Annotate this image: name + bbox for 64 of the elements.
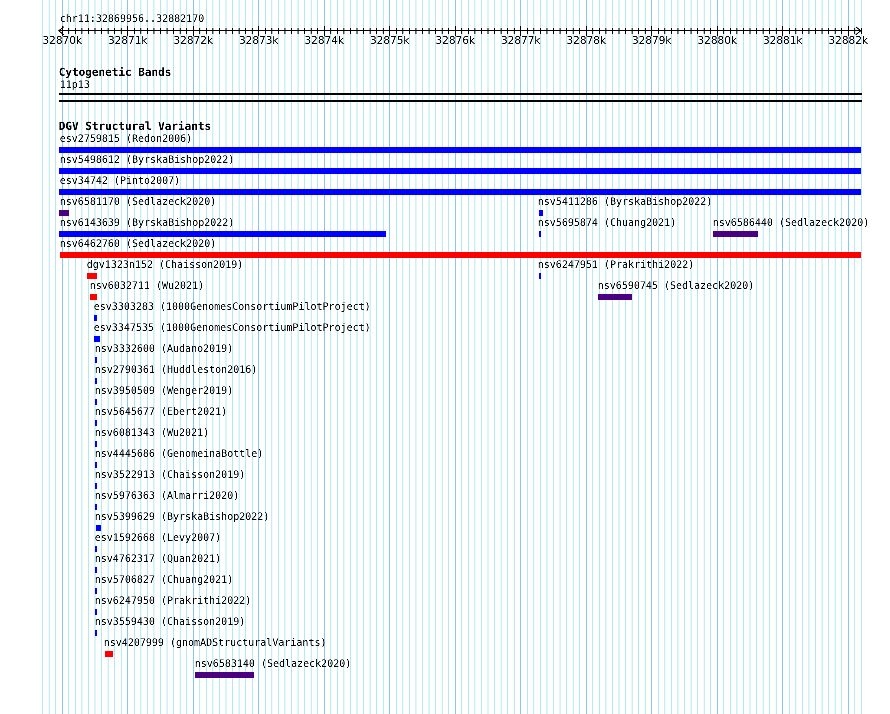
variant-bar[interactable]: [59, 147, 861, 153]
track-title: Cytogenetic Bands: [59, 66, 172, 79]
variant-label: nsv5976363 (Almarri2020): [95, 491, 240, 503]
tick-label: 32871k: [107, 35, 149, 47]
tick-label: 32875k: [369, 35, 411, 47]
variant-bar[interactable]: [598, 294, 632, 300]
tick-label: 32878k: [566, 35, 608, 47]
variant-label: nsv6143639 (ByrskaBishop2022): [60, 218, 235, 230]
variant-label: nsv6590745 (Sedlazeck2020): [598, 281, 755, 293]
variant-label: nsv6247951 (Prakrithi2022): [538, 260, 695, 272]
variant-bar[interactable]: [59, 210, 69, 216]
tick-label: 32873k: [238, 35, 280, 47]
variant-label: nsv3950509 (Wenger2019): [95, 386, 234, 398]
variant-bar[interactable]: [96, 525, 101, 531]
variant-label: esv3303283 (1000GenomesConsortiumPilotProject): [94, 302, 371, 314]
variant-label: nsv5706827 (Chuang2021): [95, 575, 234, 587]
variant-bar[interactable]: [60, 252, 861, 258]
variant-bar[interactable]: [94, 336, 100, 342]
variant-label: nsv5645677 (Ebert2021): [95, 407, 228, 419]
variant-label: dgv1323n152 (Chaisson2019): [87, 260, 244, 272]
variant-label: nsv4762317 (Quan2021): [95, 554, 222, 566]
region-label: chr11:32869956..32882170: [60, 14, 204, 26]
variant-label: esv1592668 (Levy2007): [95, 533, 222, 545]
variant-label: nsv6247950 (Prakrithi2022): [95, 596, 252, 608]
variant-bar[interactable]: [94, 315, 97, 321]
variant-bar[interactable]: [59, 231, 386, 237]
tick-label: 32880k: [696, 35, 738, 47]
tick-label: 32872k: [172, 35, 214, 47]
variant-label: nsv3559430 (Chaisson2019): [95, 617, 246, 629]
variant-bar[interactable]: [59, 168, 861, 174]
track-title: DGV Structural Variants: [59, 120, 212, 133]
variant-label: nsv6586440 (Sedlazeck2020): [713, 218, 870, 230]
tick-label: 32870k: [42, 35, 84, 47]
tick-label: 32876k: [434, 35, 476, 47]
variant-label: nsv6583140 (Sedlazeck2020): [195, 659, 352, 671]
tick-label: 32881k: [762, 35, 804, 47]
variant-bar[interactable]: [539, 210, 543, 216]
variant-bar[interactable]: [59, 189, 861, 195]
variant-label: nsv5411286 (ByrskaBishop2022): [538, 197, 713, 209]
tick-label: 32877k: [500, 35, 542, 47]
variant-label: nsv6581170 (Sedlazeck2020): [60, 197, 217, 209]
variant-label: nsv5695874 (Chuang2021): [538, 218, 676, 230]
variant-bar[interactable]: [105, 651, 113, 657]
variant-label: nsv4445686 (GenomeinaBottle): [95, 449, 264, 461]
variant-bar[interactable]: [90, 294, 97, 300]
variant-label: nsv5498612 (ByrskaBishop2022): [60, 155, 235, 167]
variant-bar[interactable]: [713, 231, 758, 237]
variant-label: nsv3332600 (Audano2019): [95, 344, 234, 356]
tick-label: 32882k: [828, 35, 870, 47]
variant-bar[interactable]: [87, 273, 97, 279]
variant-label: nsv6032711 (Wu2021): [90, 281, 204, 293]
variant-label: esv2759815 (Redon2006): [60, 134, 192, 146]
band-label: 11p13: [60, 80, 90, 92]
variant-label: nsv6462760 (Sedlazeck2020): [60, 239, 217, 251]
variant-label: nsv3522913 (Chaisson2019): [95, 470, 246, 482]
tick-label: 32874k: [304, 35, 346, 47]
tick-label: 32879k: [631, 35, 673, 47]
variant-label: nsv4207999 (gnomADStructuralVariants): [104, 638, 327, 650]
variant-label: esv3347535 (1000GenomesConsortiumPilotProject): [94, 323, 371, 335]
variant-label: nsv2790361 (Huddleston2016): [95, 365, 258, 377]
variant-label: esv34742 (Pinto2007): [60, 176, 180, 188]
variant-bar[interactable]: [195, 672, 254, 678]
variant-label: nsv5399629 (ByrskaBishop2022): [95, 512, 270, 524]
variant-label: nsv6081343 (Wu2021): [95, 428, 210, 440]
